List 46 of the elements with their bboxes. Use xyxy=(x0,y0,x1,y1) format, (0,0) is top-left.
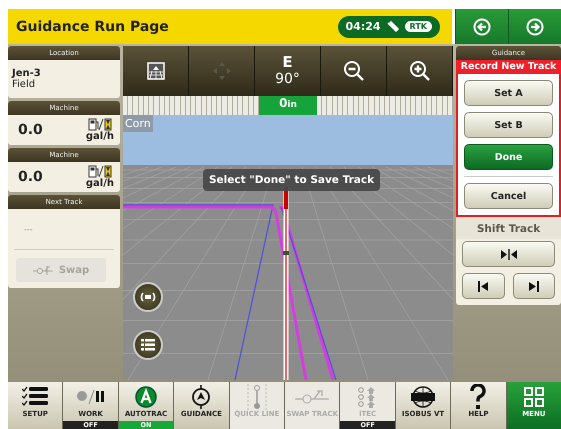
back-button[interactable] xyxy=(455,9,508,44)
autotrac-icon xyxy=(135,386,158,408)
record-track-button[interactable]: Cancel xyxy=(464,183,553,209)
field-view-icon xyxy=(146,62,164,80)
fuel-per-hour-icon xyxy=(88,118,112,131)
record-track-title: Record New Track xyxy=(456,60,561,74)
forward-button[interactable] xyxy=(508,9,561,44)
shift-left-icon xyxy=(478,280,488,292)
next-track-value: --- xyxy=(24,224,33,234)
shift-right-icon xyxy=(528,280,539,292)
center-track-icon xyxy=(500,248,516,260)
fuel-rate-unit: gal/h xyxy=(86,178,114,189)
pan-arrows-icon xyxy=(210,60,232,82)
satellite-icon xyxy=(384,20,401,34)
list-icon xyxy=(141,339,155,351)
shift-track-title: Shift Track xyxy=(456,217,561,239)
question-mark-icon xyxy=(469,384,488,410)
swap-track-icon xyxy=(32,265,53,275)
record-track-button[interactable]: Set A xyxy=(464,80,553,106)
page-title: Guidance Run Page xyxy=(16,18,170,34)
clock-time: 04:24 xyxy=(346,20,381,33)
fuel-rate-unit: gal/h xyxy=(86,131,114,142)
shift-left-button[interactable] xyxy=(462,273,504,299)
grid-menu-icon xyxy=(524,387,544,407)
crop-label: Corn xyxy=(123,115,153,132)
record-track-button[interactable]: Done xyxy=(464,144,553,170)
track-offset-readout: 0in xyxy=(259,96,317,115)
instruction-message: Select "Done" to Save Track xyxy=(203,169,380,191)
work-switch-icon xyxy=(76,388,106,406)
isobus-logo-icon xyxy=(409,386,438,408)
zoom-out-icon xyxy=(342,60,364,82)
fuel-per-hour-icon xyxy=(88,165,112,178)
rotate-view-icon xyxy=(140,290,156,304)
heading-letter: E xyxy=(282,54,293,70)
fuel-rate-value: 0.0 xyxy=(18,122,43,138)
shift-right-button[interactable] xyxy=(512,273,555,299)
record-track-button[interactable]: Set B xyxy=(464,112,553,138)
rtk-badge: RTK xyxy=(404,21,432,32)
compass-icon xyxy=(190,385,212,409)
heading-degrees: 90° xyxy=(275,70,300,88)
location-type: Field xyxy=(12,79,36,90)
center-track-button[interactable] xyxy=(462,241,555,267)
checklist-icon xyxy=(22,386,48,408)
zoom-in-icon xyxy=(408,60,430,82)
fuel-rate-value: 0.0 xyxy=(18,169,43,185)
location-name: Jen-3 xyxy=(12,68,42,79)
